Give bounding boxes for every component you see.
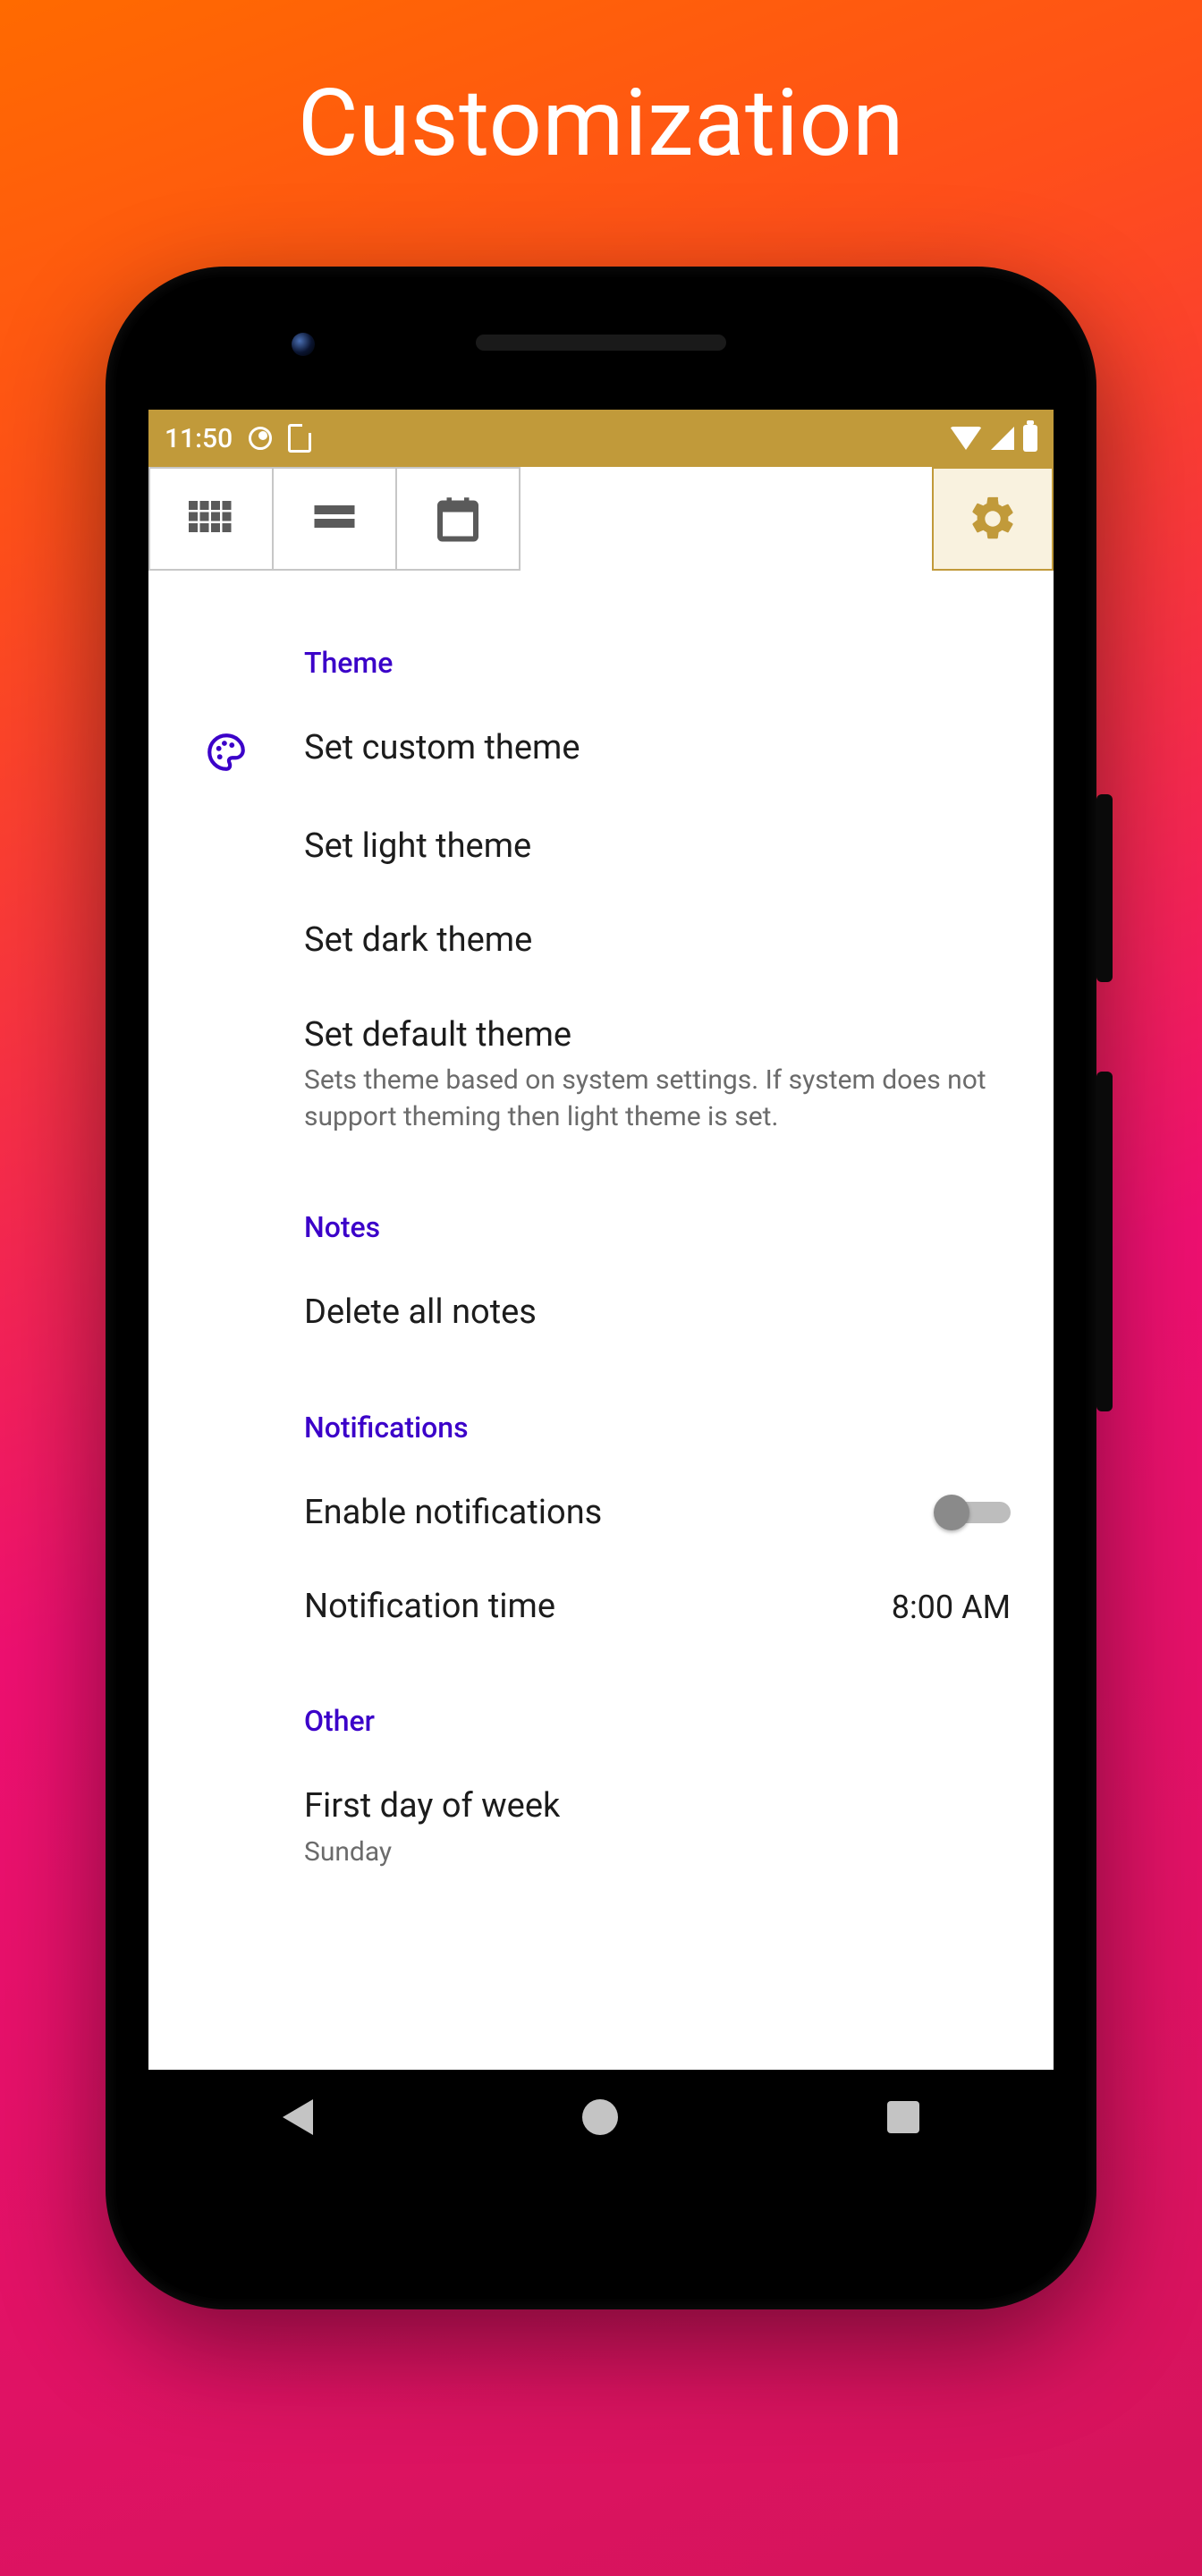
switch-thumb [934,1495,969,1530]
calendar-view-button[interactable] [395,467,521,571]
wifi-icon [950,427,982,450]
row-title: Enable notifications [304,1491,925,1535]
status-time: 11:50 [165,423,233,454]
marketing-title: Customization [0,70,1202,178]
status-bar: 11:50 [148,410,1054,467]
row-title: Set light theme [304,825,1009,869]
list-icon [308,492,361,546]
row-subtitle: Sunday [304,1835,1009,1871]
row-enable-notifications[interactable]: Enable notifications [148,1466,1054,1560]
row-set-dark-theme[interactable]: Set dark theme [148,894,1054,987]
grid-view-button[interactable] [148,467,274,571]
row-title: Set dark theme [304,919,1009,962]
home-button[interactable] [582,2099,618,2135]
row-set-light-theme[interactable]: Set light theme [148,800,1054,894]
section-header-other: Other [148,1654,1054,1759]
section-header-notes: Notes [148,1160,1054,1266]
settings-button[interactable] [932,467,1054,571]
row-title: Set default theme [304,1013,1009,1057]
phone-speaker [476,335,726,351]
notification-indicator-icon [249,427,272,450]
palette-icon [204,730,249,775]
section-header-notifications: Notifications [148,1360,1054,1466]
phone-front-camera [292,333,315,356]
sd-card-icon [288,424,311,453]
phone-volume-button [1096,1072,1113,1411]
row-delete-all-notes[interactable]: Delete all notes [148,1266,1054,1360]
row-set-default-theme[interactable]: Set default theme Sets theme based on sy… [148,988,1054,1160]
notification-time-value: 8:00 AM [892,1589,1011,1626]
battery-icon [1023,425,1037,452]
screen: 11:50 [148,410,1054,2165]
row-notification-time[interactable]: Notification time 8:00 AM [148,1560,1054,1654]
gear-icon [967,493,1019,545]
row-title: First day of week [304,1784,1009,1828]
phone-frame: 11:50 [106,267,1096,2309]
toolbar [148,467,1054,571]
row-title: Notification time [304,1585,883,1629]
enable-notifications-switch[interactable] [934,1495,1011,1530]
signal-icon [991,427,1014,450]
section-header-theme: Theme [148,571,1054,701]
phone-power-button [1096,794,1113,982]
recents-button[interactable] [887,2101,919,2133]
row-subtitle: Sets theme based on system settings. If … [304,1063,1009,1135]
android-nav-bar [148,2070,1054,2165]
grid-icon [184,492,238,546]
calendar-icon [431,492,485,546]
back-button[interactable] [283,2099,313,2135]
settings-list[interactable]: Theme Set custom theme [148,571,1054,2070]
row-set-custom-theme[interactable]: Set custom theme [148,701,1054,800]
list-view-button[interactable] [272,467,397,571]
row-first-day-of-week[interactable]: First day of week Sunday [148,1759,1054,1870]
row-title: Set custom theme [304,726,1009,770]
row-title: Delete all notes [304,1291,1009,1335]
